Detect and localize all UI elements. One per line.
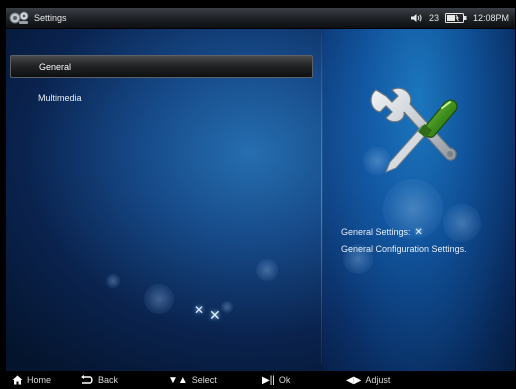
battery-icon — [444, 13, 467, 23]
home-hint[interactable]: Home — [12, 371, 51, 389]
settings-gear-icon — [9, 11, 29, 24]
left-right-arrows-icon: ◀▶ — [346, 374, 362, 386]
button-hint-bar: Home Back ▼▲ Select ▶|| Ok ◀▶ Adjust — [0, 371, 516, 389]
app-title: Settings — [34, 13, 67, 23]
menu-item-label: Multimedia — [38, 93, 82, 103]
detail-description: General Configuration Settings. — [341, 244, 467, 254]
adjust-label: Adjust — [365, 375, 391, 385]
menu-item-multimedia[interactable]: Multimedia — [10, 87, 313, 110]
bokeh-light — [144, 284, 174, 314]
speaker-icon — [410, 14, 422, 22]
up-down-arrows-icon: ▼▲ — [168, 374, 188, 386]
detail-panel — [323, 29, 515, 371]
panel-divider — [321, 34, 322, 364]
clock: 12:08PM — [472, 13, 509, 23]
select-hint[interactable]: ▼▲ Select — [168, 371, 217, 389]
detail-heading: General Settings: — [341, 227, 411, 237]
volume-level: 23 — [428, 13, 439, 23]
select-label: Select — [191, 375, 217, 385]
menu-item-label: General — [39, 62, 72, 72]
sparkle-icon: ✕ — [414, 227, 423, 238]
detail-info: General Settings: ✕ General Configuration… — [341, 224, 515, 257]
ok-label: Ok — [278, 375, 291, 385]
home-icon — [12, 375, 23, 385]
home-label: Home — [27, 375, 52, 385]
back-label: Back — [98, 375, 119, 385]
bokeh-light — [221, 301, 233, 313]
detail-heading-line: General Settings: ✕ — [341, 224, 515, 241]
settings-screen: Settings 23 12:08PM ✕ ✕ General Multimed… — [6, 8, 515, 371]
menu-item-general[interactable]: General — [10, 55, 313, 78]
status-bar-left: Settings — [8, 8, 67, 28]
play-pause-icon: ▶|| — [262, 374, 275, 386]
wrench-screwdriver-icon — [370, 87, 458, 173]
status-bar-right: 23 12:08PM — [410, 8, 509, 28]
sparkle-icon: ✕ — [209, 307, 221, 323]
status-bar: Settings 23 12:08PM — [6, 8, 515, 29]
bokeh-light — [256, 259, 278, 281]
back-arrow-icon — [81, 375, 93, 384]
adjust-hint[interactable]: ◀▶ Adjust — [346, 371, 390, 389]
bokeh-light — [106, 274, 120, 288]
ok-hint[interactable]: ▶|| Ok — [262, 371, 290, 389]
sparkle-icon: ✕ — [194, 303, 205, 317]
device-frame: Settings 23 12:08PM ✕ ✕ General Multimed… — [0, 0, 516, 389]
menu-panel: ✕ ✕ General Multimedia — [6, 29, 319, 371]
back-hint[interactable]: Back — [80, 371, 118, 389]
